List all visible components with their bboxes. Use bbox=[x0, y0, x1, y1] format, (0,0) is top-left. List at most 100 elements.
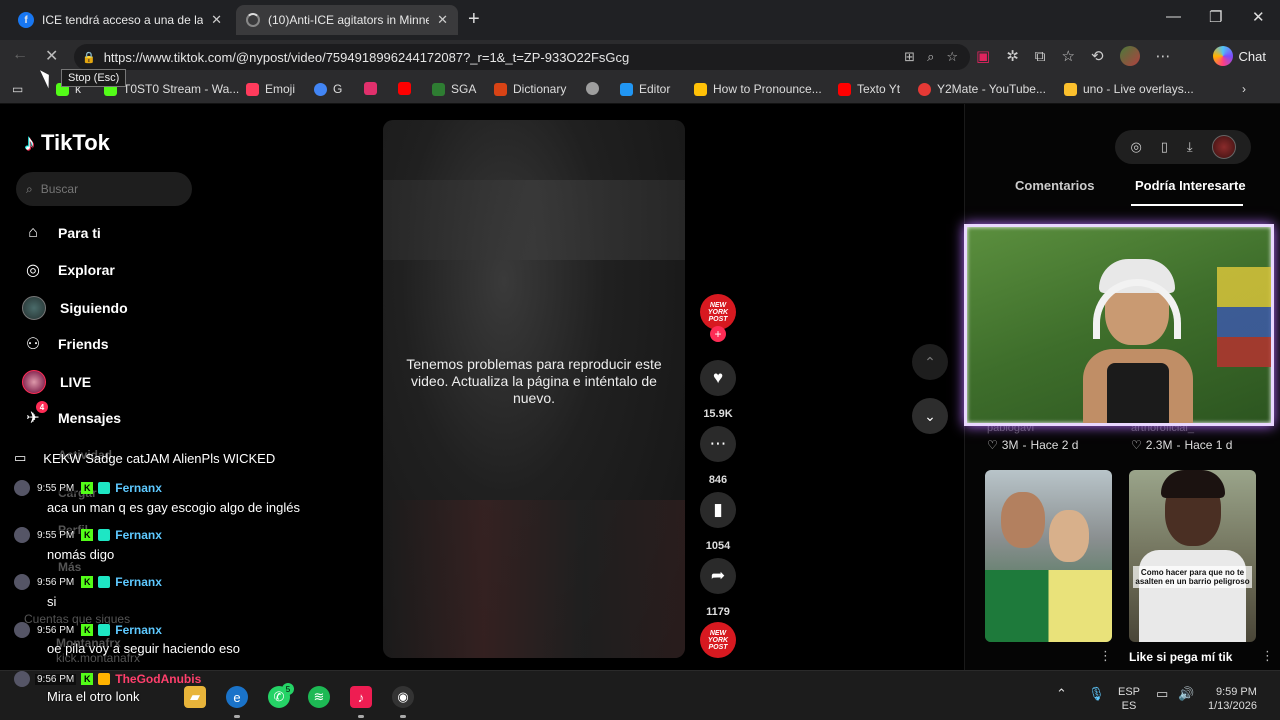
friends-icon: ⚇ bbox=[25, 336, 41, 353]
nav-live[interactable]: LIVE bbox=[22, 370, 91, 394]
heart-outline-icon: ♡ bbox=[987, 438, 998, 452]
suggested-video-thumbnail[interactable]: Como hacer para que no te asalten en un … bbox=[1129, 470, 1256, 642]
clock[interactable]: 9:59 PM 1/13/2026 bbox=[1208, 685, 1257, 713]
follow-plus-icon[interactable]: + bbox=[710, 326, 726, 342]
extension-icon[interactable]: ▣ bbox=[976, 47, 990, 65]
keyboard-language[interactable]: ESP ES bbox=[1118, 685, 1140, 713]
new-york-post-logo: NEW YORK POST bbox=[700, 294, 736, 330]
more-options-icon[interactable]: ⋮ bbox=[1099, 648, 1112, 664]
openai-icon bbox=[586, 82, 599, 95]
nav-messages[interactable]: ✈ 4 Mensajes bbox=[22, 401, 121, 429]
search-box[interactable]: ⌕ bbox=[16, 172, 192, 206]
recording-app-icon[interactable]: ◉ bbox=[392, 686, 414, 708]
previous-video-chevron-up-icon[interactable]: ⌃ bbox=[912, 344, 948, 380]
nav-following[interactable]: Siguiendo bbox=[22, 296, 128, 320]
lock-icon: 🔒 bbox=[82, 51, 96, 64]
microphone-icon[interactable]: 🎙 bbox=[1088, 687, 1105, 701]
nav-for-you[interactable]: ⌂ Para ti bbox=[22, 222, 101, 244]
bookmark-y2mate[interactable]: Y2Mate - YouTube... bbox=[918, 82, 1046, 96]
comment-icon[interactable]: ⋯ bbox=[700, 426, 736, 462]
bookmark-editor[interactable]: Editor bbox=[620, 82, 670, 96]
more-menu-icon[interactable]: ⋯ bbox=[1156, 47, 1171, 65]
close-window-icon[interactable]: ✕ bbox=[1252, 8, 1265, 26]
more-options-icon[interactable]: ⋮ bbox=[1261, 648, 1274, 664]
subscriber-badge-icon bbox=[98, 576, 111, 588]
close-tab-icon[interactable]: ✕ bbox=[437, 12, 448, 28]
bookmark-instagram[interactable] bbox=[364, 82, 377, 95]
suggested-video-title[interactable]: Like si pega mí tik bbox=[1129, 650, 1232, 664]
back-icon[interactable]: ← bbox=[12, 46, 28, 64]
app-available-icon[interactable]: ⊞ bbox=[904, 49, 915, 65]
bookmarks-overflow-chevron-icon[interactable]: › bbox=[1242, 82, 1246, 96]
heart-icon[interactable]: ♥ bbox=[700, 360, 736, 396]
save-action: ▮ 1054 bbox=[700, 492, 736, 552]
bookmark-google[interactable]: G bbox=[314, 82, 342, 96]
sound-disc[interactable]: NEW YORK POST bbox=[700, 622, 736, 658]
favorites-icon[interactable]: ☆ bbox=[1061, 47, 1074, 65]
file-explorer-icon[interactable]: ▰ bbox=[184, 686, 206, 708]
suggested-video-thumbnail[interactable] bbox=[985, 470, 1112, 642]
bookmark-dictionary[interactable]: Dictionary bbox=[494, 82, 566, 96]
spotify-icon[interactable]: ≋ bbox=[308, 686, 330, 708]
messages-icon: ✈ 4 bbox=[22, 401, 48, 429]
bookmark-icon[interactable]: ▮ bbox=[700, 492, 736, 528]
loading-spinner-icon bbox=[246, 13, 260, 27]
history-icon[interactable]: ⟲ bbox=[1091, 47, 1104, 65]
compass-icon[interactable]: ◎ bbox=[1130, 139, 1141, 155]
bookmark-sga[interactable]: SGA bbox=[432, 82, 476, 96]
favorite-star-icon[interactable]: ☆ bbox=[946, 49, 958, 65]
tiktok-app-icon[interactable]: ♪ bbox=[350, 686, 372, 708]
subscriber-badge-icon bbox=[98, 529, 111, 541]
following-avatar bbox=[22, 296, 46, 320]
search-input[interactable] bbox=[40, 182, 171, 196]
volume-icon[interactable]: 🔊 bbox=[1178, 687, 1194, 701]
kick-badge-icon: K bbox=[81, 673, 94, 685]
next-video-chevron-down-icon[interactable]: ⌄ bbox=[912, 398, 948, 434]
subscriber-badge-icon bbox=[98, 624, 111, 636]
new-tab-button[interactable]: + bbox=[468, 8, 480, 31]
tab-ice-article[interactable]: f ICE tendrá acceso a una de las her ✕ bbox=[8, 5, 232, 35]
windows-taskbar: 9:56 PM K TheGodAnubis Mira el otro lonk… bbox=[0, 670, 1280, 720]
bookmark-texto-yt[interactable]: Texto Yt bbox=[838, 82, 900, 96]
search-icon: ⌕ bbox=[26, 181, 33, 196]
bookmark-emoji[interactable]: Emoji bbox=[246, 82, 295, 96]
tab-suggested[interactable]: Podría Interesarte bbox=[1135, 178, 1246, 193]
address-bar[interactable]: 🔒 https://www.tiktok.com/@nypost/video/7… bbox=[74, 44, 970, 70]
video-blur-frame bbox=[383, 180, 685, 260]
home-icon: ⌂ bbox=[28, 224, 38, 241]
creator-avatar[interactable]: NEW YORK POST bbox=[700, 294, 736, 330]
profile-avatar[interactable] bbox=[1119, 46, 1140, 66]
bookmarks-menu-icon[interactable]: ▭ bbox=[12, 82, 23, 96]
close-tab-icon[interactable]: ✕ bbox=[211, 12, 222, 28]
like-count: 15.9K bbox=[703, 408, 733, 420]
uno-icon bbox=[1064, 82, 1077, 96]
copilot-chat-button[interactable]: Chat bbox=[1212, 46, 1266, 66]
nav-friends[interactable]: ⚇ Friends bbox=[22, 333, 109, 355]
nav-explore[interactable]: ◎ Explorar bbox=[22, 259, 115, 281]
user-avatar[interactable] bbox=[1211, 135, 1236, 159]
stop-loading-icon[interactable]: ✕ bbox=[45, 46, 58, 66]
bookmark-uno-overlays[interactable]: uno - Live overlays... bbox=[1064, 82, 1194, 96]
tiktok-logo[interactable]: ♪ TikTok bbox=[24, 130, 110, 156]
browser-toolbar: ← ✕ 🔒 https://www.tiktok.com/@nypost/vid… bbox=[0, 40, 1280, 74]
chat-label: Chat bbox=[1238, 48, 1266, 64]
network-icon[interactable]: ▭ bbox=[1156, 687, 1168, 701]
share-icon[interactable]: ➦ bbox=[700, 558, 736, 594]
device-icon[interactable]: ▯ bbox=[1161, 139, 1168, 155]
extensions-puzzle-icon[interactable]: ✲ bbox=[1006, 47, 1019, 65]
download-icon[interactable]: ⤓ bbox=[1187, 139, 1193, 155]
zoom-icon[interactable]: ⌕ bbox=[927, 49, 934, 65]
minimize-icon[interactable]: — bbox=[1166, 8, 1181, 25]
tab-comments[interactable]: Comentarios bbox=[1015, 178, 1094, 193]
edge-browser-icon[interactable]: e bbox=[226, 686, 248, 708]
tab-tiktok-video[interactable]: (10)Anti-ICE agitators in Minneapo ✕ bbox=[236, 5, 458, 35]
split-screen-icon[interactable]: ⧉ bbox=[1035, 48, 1046, 65]
video-player[interactable]: Tenemos problemas para reproducir este v… bbox=[383, 120, 685, 658]
show-hidden-icons-chevron-up-icon[interactable]: ⌃ bbox=[1056, 687, 1067, 701]
bookmark-youtube[interactable] bbox=[398, 82, 411, 95]
messages-badge: 4 bbox=[36, 401, 48, 413]
subscriber-badge-icon bbox=[98, 673, 111, 685]
bookmark-chatgpt[interactable] bbox=[586, 82, 599, 95]
bookmark-how-to-pronounce[interactable]: How to Pronounce... bbox=[694, 82, 822, 96]
restore-icon[interactable]: ❐ bbox=[1209, 8, 1222, 26]
